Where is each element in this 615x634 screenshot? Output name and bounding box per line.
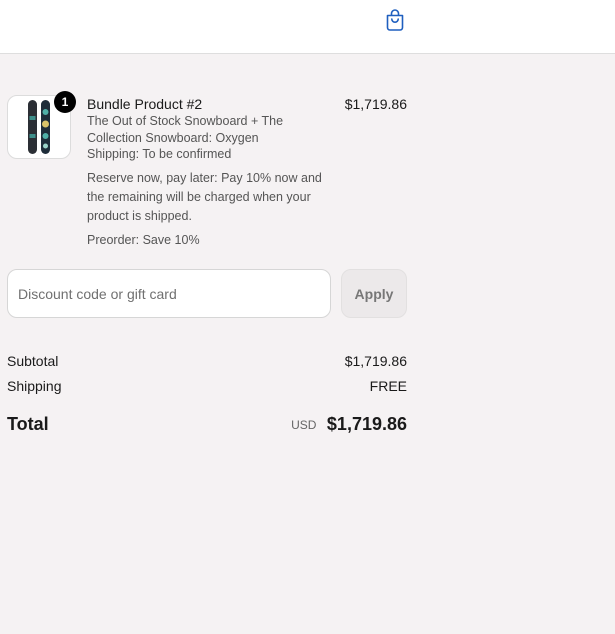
product-components: The Out of Stock Snowboard + The Collect… [87,114,284,145]
subtotal-value: $1,719.86 [344,353,407,369]
checkout-header [0,0,615,54]
shopping-bag-icon [385,8,405,36]
discount-form: Apply [7,269,407,318]
cart-button[interactable] [383,9,407,35]
preorder-discount: Preorder: Save 10% [87,232,200,247]
cost-summary: Subtotal $1,719.86 Shipping FREE Total U… [7,352,407,434]
discount-code-input[interactable] [7,269,331,318]
snowboard-image [28,100,50,154]
subtotal-label: Subtotal [7,353,59,369]
total-amount: $1,719.86 [326,414,407,434]
product-thumbnail-wrap: 1 [7,91,76,159]
total-value-group: USD $1,719.86 [291,412,407,436]
order-summary-panel: 1 Bundle Product #2 The Out of Stock Sno… [0,54,615,634]
shipping-value: FREE [369,378,407,394]
product-title: Bundle Product #2 [87,96,203,112]
shipping-row: Shipping FREE [7,377,407,402]
line-item-details: Bundle Product #2 The Out of Stock Snowb… [87,95,337,248]
currency-code: USD [291,418,317,432]
total-row: Total USD $1,719.86 [7,412,407,438]
shipping-status: Shipping: To be confirmed [87,147,232,161]
shipping-label: Shipping [7,378,62,394]
total-label: Total [7,414,49,434]
subtotal-row: Subtotal $1,719.86 [7,352,407,377]
apply-discount-button[interactable]: Apply [341,269,407,318]
quantity-badge: 1 [54,91,76,113]
line-item-price: $1,719.86 [344,96,407,112]
preorder-policy-note: Reserve now, pay later: Pay 10% now and … [87,170,322,223]
